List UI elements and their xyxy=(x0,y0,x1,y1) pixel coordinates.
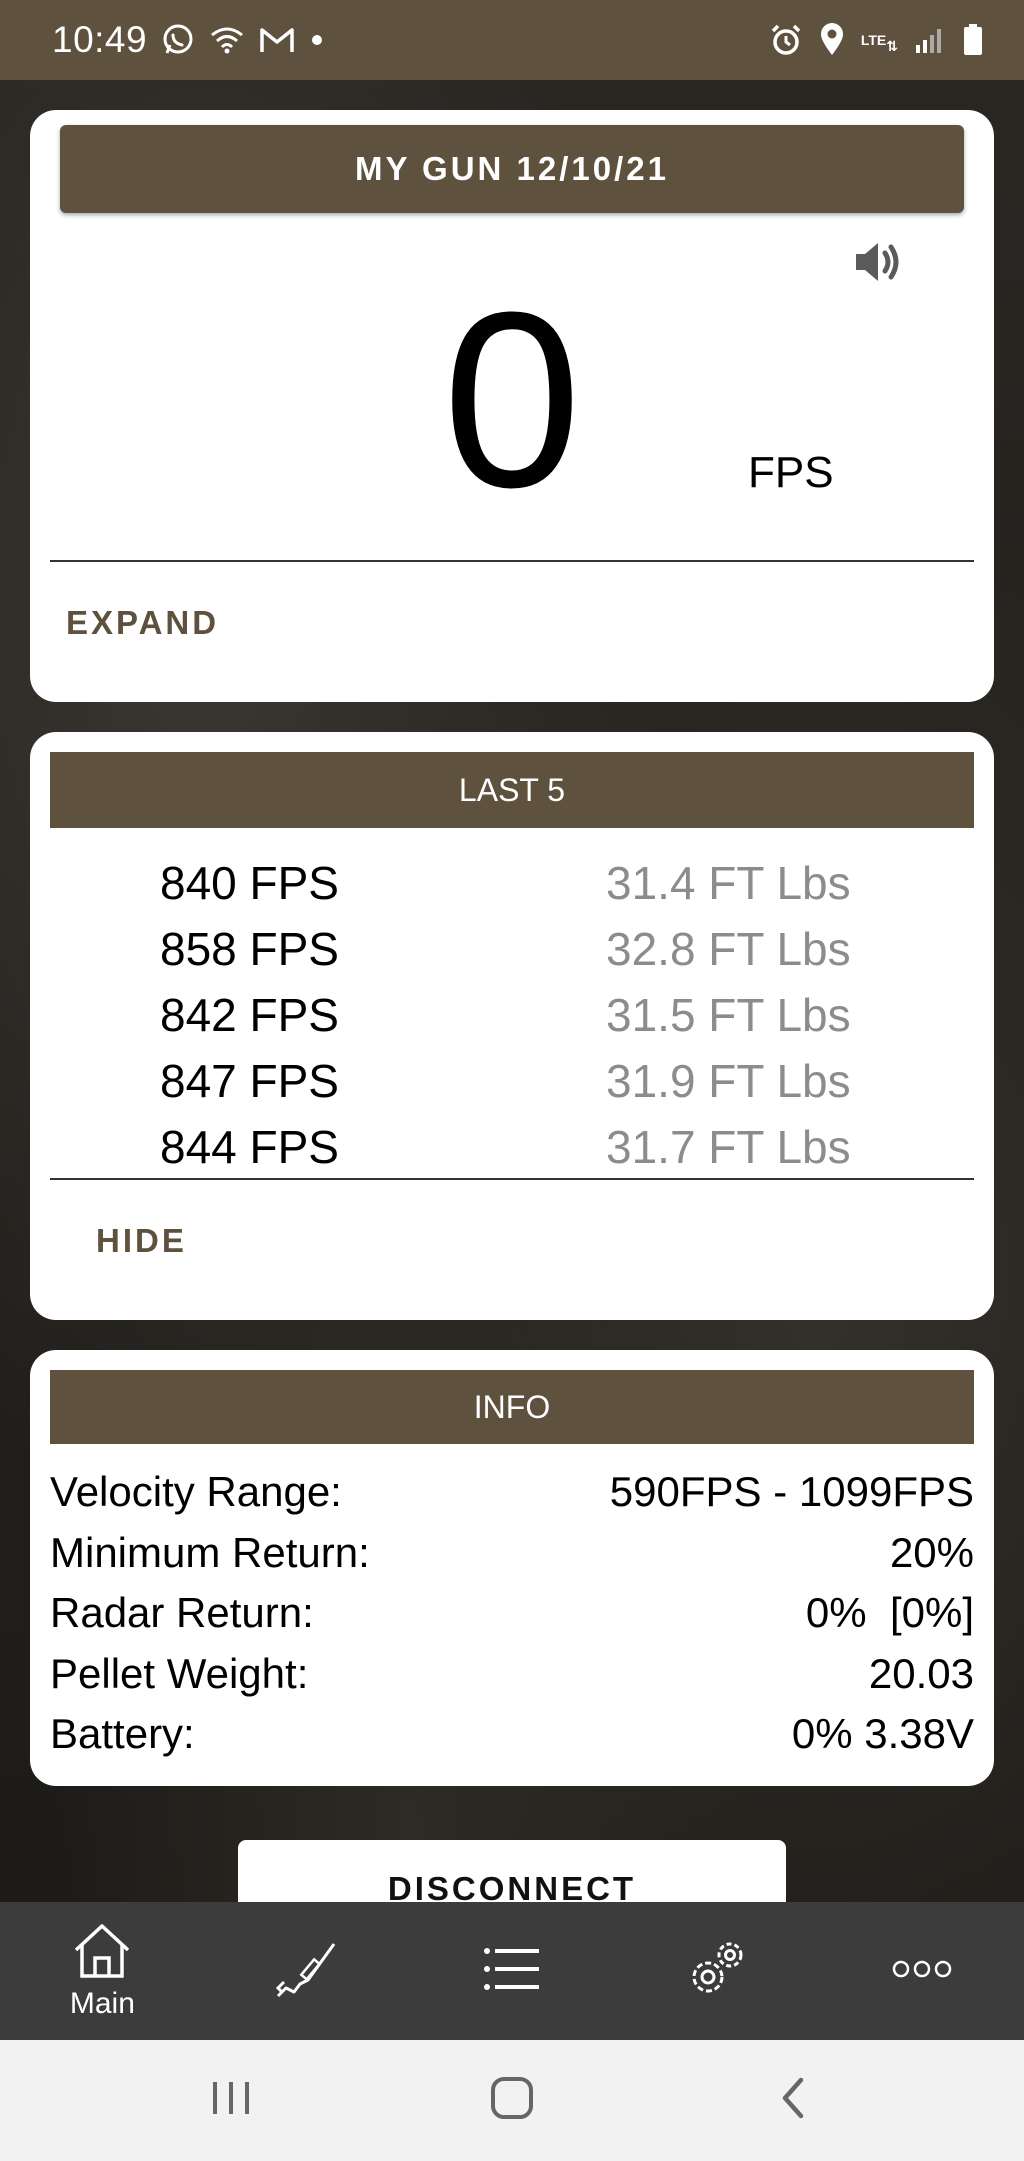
info-row-pellet-weight: Pellet Weight: 20.03 xyxy=(50,1644,974,1705)
shot-row: 842 FPS 31.5 FT Lbs xyxy=(30,982,994,1048)
nav-item-main[interactable]: Main xyxy=(0,1902,205,2040)
info-card: INFO Velocity Range: 590FPS - 1099FPS Mi… xyxy=(30,1350,994,1786)
info-value: 0% [0%] xyxy=(805,1589,974,1637)
shot-fps: 842 FPS xyxy=(160,989,339,1041)
last-shots-header: LAST 5 xyxy=(50,752,974,828)
shot-energy: 31.9 FT Lbs xyxy=(606,1055,851,1107)
shot-fps: 847 FPS xyxy=(160,1055,339,1107)
shot-row: 844 FPS 31.7 FT Lbs xyxy=(30,1114,994,1180)
shot-energy: 31.7 FT Lbs xyxy=(606,1121,851,1173)
home-icon xyxy=(70,1922,134,1985)
info-header: INFO xyxy=(50,1370,974,1444)
info-value: 20% xyxy=(889,1528,974,1576)
info-value: 0% 3.38V xyxy=(791,1710,974,1758)
info-row-battery: Battery: 0% 3.38V xyxy=(50,1704,974,1765)
shot-row: 840 FPS 31.4 FT Lbs xyxy=(30,850,994,916)
more-icon xyxy=(891,1958,953,1985)
info-label: Minimum Return: xyxy=(50,1528,370,1576)
shots-list: 840 FPS 31.4 FT Lbs 858 FPS 32.8 FT Lbs … xyxy=(30,850,994,1180)
info-row-velocity-range: Velocity Range: 590FPS - 1099FPS xyxy=(50,1462,974,1523)
home-square-icon xyxy=(489,2075,535,2126)
shot-fps: 858 FPS xyxy=(160,923,339,975)
last-shots-card: LAST 5 840 FPS 31.4 FT Lbs 858 FPS 32.8 … xyxy=(30,732,994,1320)
lte-label: LTE ⇅ xyxy=(860,31,898,54)
shot-fps: 844 FPS xyxy=(160,1121,339,1173)
rifle-icon xyxy=(274,1936,340,2007)
info-label: Battery: xyxy=(50,1710,195,1758)
info-value: 590FPS - 1099FPS xyxy=(609,1468,974,1516)
divider xyxy=(50,560,974,562)
home-system-button[interactable] xyxy=(452,2061,572,2141)
recent-apps-icon xyxy=(209,2078,253,2123)
info-row-radar-return: Radar Return: 0% [0%] xyxy=(50,1583,974,1644)
nav-item-settings[interactable] xyxy=(614,1902,819,2040)
status-time: 10:49 xyxy=(52,19,148,60)
settings-icon xyxy=(684,1937,750,2006)
info-label: Velocity Range: xyxy=(50,1468,342,1516)
shot-energy: 31.4 FT Lbs xyxy=(606,857,851,909)
signal-icon xyxy=(914,25,946,55)
wifi-icon xyxy=(209,25,245,55)
shot-energy: 31.5 FT Lbs xyxy=(606,989,851,1041)
alarm-icon xyxy=(769,23,803,57)
profile-name-header[interactable]: MY GUN 12/10/21 xyxy=(60,125,964,213)
shot-fps: 840 FPS xyxy=(160,857,339,909)
info-label: Radar Return: xyxy=(50,1589,314,1637)
gmail-icon xyxy=(259,26,295,54)
nav-label-main: Main xyxy=(69,1986,135,2020)
velocity-card: MY GUN 12/10/21 0 FPS EXPAND xyxy=(30,110,994,702)
dot-icon xyxy=(309,32,325,48)
info-value: 20.03 xyxy=(868,1649,974,1697)
divider xyxy=(50,1178,974,1180)
back-button[interactable] xyxy=(733,2061,853,2141)
info-list: Velocity Range: 590FPS - 1099FPS Minimum… xyxy=(50,1462,974,1765)
back-chevron-icon xyxy=(777,2076,809,2125)
velocity-unit: FPS xyxy=(748,448,834,497)
battery-icon xyxy=(962,23,984,57)
nav-item-more[interactable] xyxy=(819,1902,1024,2040)
disconnect-button[interactable]: DISCONNECT xyxy=(238,1840,786,1902)
whatsapp-icon xyxy=(161,23,195,57)
shot-row: 847 FPS 31.9 FT Lbs xyxy=(30,1048,994,1114)
nav-item-list[interactable] xyxy=(410,1902,615,2040)
list-icon xyxy=(483,1945,541,1998)
nav-item-rifle[interactable] xyxy=(205,1902,410,2040)
info-label: Pellet Weight: xyxy=(50,1649,309,1697)
shot-row: 858 FPS 32.8 FT Lbs xyxy=(30,916,994,982)
expand-button[interactable]: EXPAND xyxy=(66,604,219,642)
velocity-value: 0 xyxy=(442,260,582,539)
shot-energy: 32.8 FT Lbs xyxy=(606,923,851,975)
recent-apps-button[interactable] xyxy=(171,2061,291,2141)
hide-button[interactable]: HIDE xyxy=(96,1222,187,1260)
info-row-minimum-return: Minimum Return: 20% xyxy=(50,1523,974,1584)
system-nav xyxy=(0,2040,1024,2161)
bottom-nav: Main xyxy=(0,1902,1024,2040)
status-bar: 10:49 LTE ⇅ xyxy=(0,0,1024,80)
location-icon xyxy=(819,23,845,57)
